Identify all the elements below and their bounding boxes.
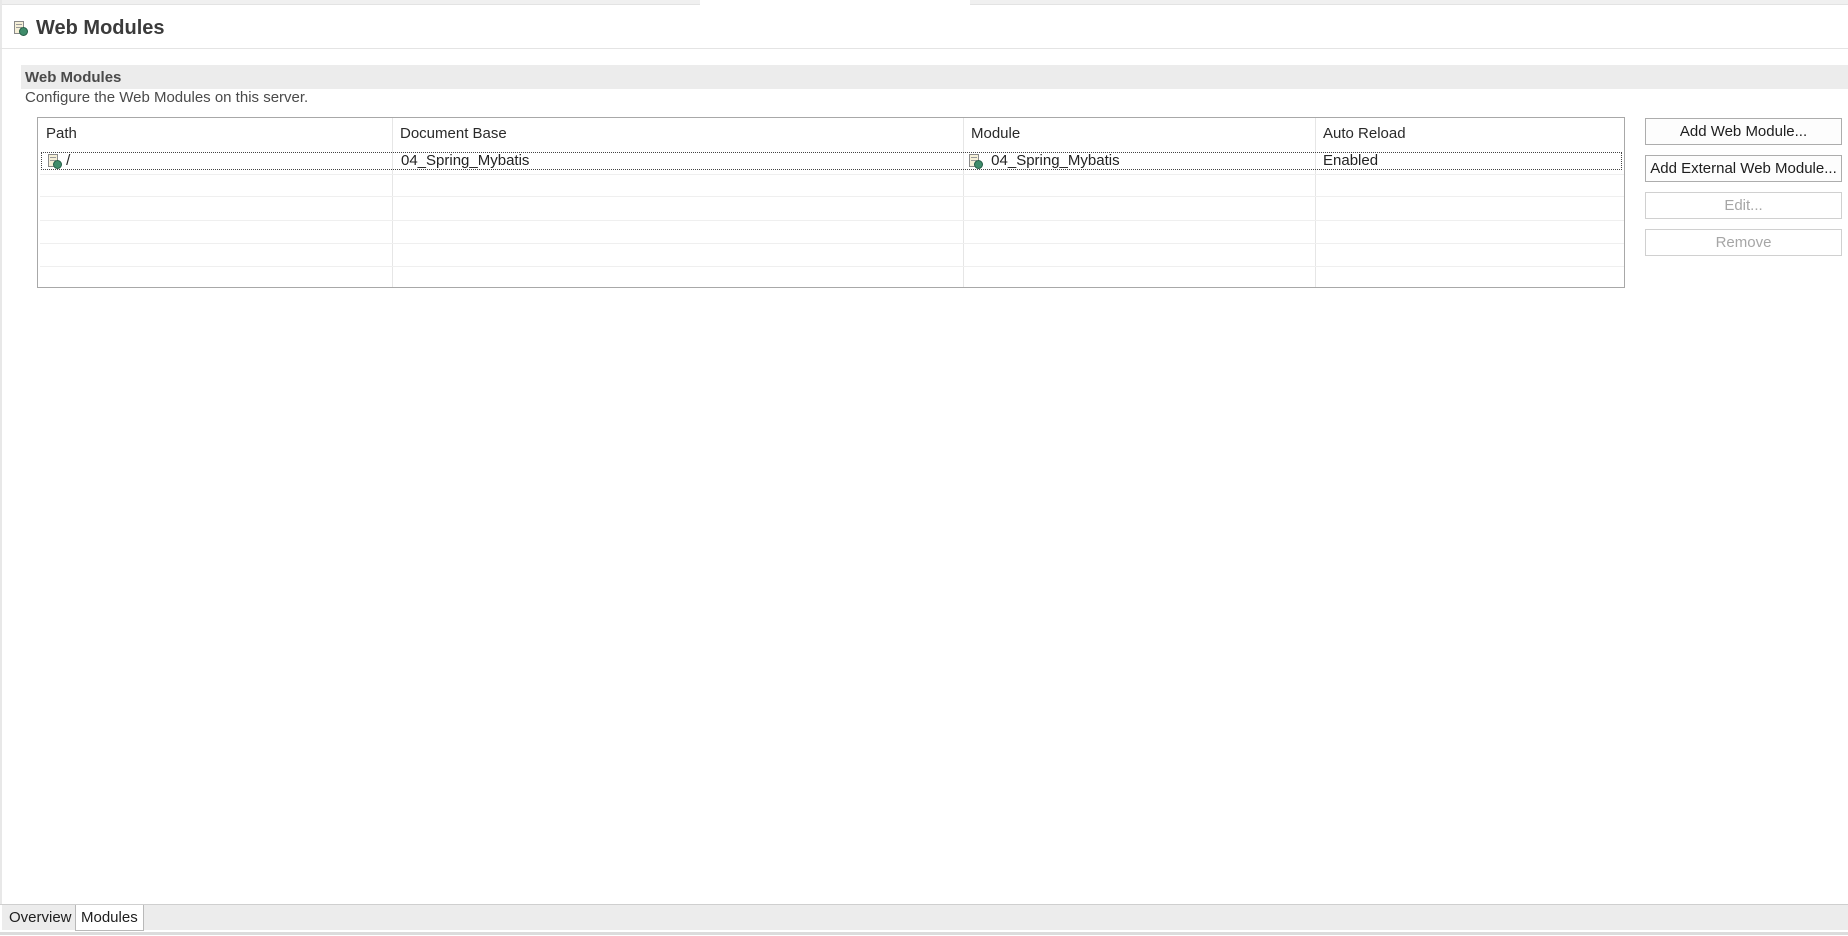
page-title: Web Modules [36, 16, 165, 39]
remove-button[interactable]: Remove [1645, 229, 1842, 256]
row-divider [40, 243, 1624, 244]
column-header-document-base[interactable]: Document Base [392, 118, 963, 148]
tab-overview[interactable]: Overview [4, 906, 77, 929]
path-value: / [66, 152, 71, 169]
top-strip-right [970, 0, 1848, 5]
row-divider [40, 220, 1624, 221]
web-module-icon [967, 153, 983, 170]
cell-module: 04_Spring_Mybatis [967, 152, 1120, 170]
row-divider [40, 174, 1624, 175]
cell-document-base: 04_Spring_Mybatis [401, 152, 530, 169]
row-divider [40, 266, 1624, 267]
section-header: Web Modules [21, 65, 1848, 89]
header-divider [0, 48, 1848, 49]
add-web-module-button[interactable]: Add Web Module... [1645, 118, 1842, 145]
top-tab-strip [0, 0, 1848, 5]
edit-button[interactable]: Edit... [1645, 192, 1842, 219]
form-header: Web Modules [12, 12, 165, 44]
column-header-path[interactable]: Path [38, 118, 392, 148]
column-header-module[interactable]: Module [963, 118, 1315, 148]
left-border [0, 0, 2, 935]
section-title: Web Modules [25, 68, 122, 86]
column-header-auto-reload[interactable]: Auto Reload [1315, 118, 1624, 148]
top-strip-left [0, 0, 700, 5]
web-module-icon [46, 153, 62, 170]
web-module-icon [12, 20, 28, 36]
cell-auto-reload: Enabled [1323, 152, 1379, 169]
web-modules-table[interactable]: Path Document Base Module Auto Reload / … [37, 117, 1625, 288]
cell-path: / [46, 152, 70, 170]
tab-modules[interactable]: Modules [75, 905, 144, 931]
module-value: 04_Spring_Mybatis [991, 152, 1120, 169]
row-divider [40, 196, 1624, 197]
add-external-web-module-button[interactable]: Add External Web Module... [1645, 155, 1842, 182]
section-description: Configure the Web Modules on this server… [25, 89, 309, 106]
tabs-background [2, 905, 1848, 930]
table-row[interactable] [41, 152, 1622, 170]
